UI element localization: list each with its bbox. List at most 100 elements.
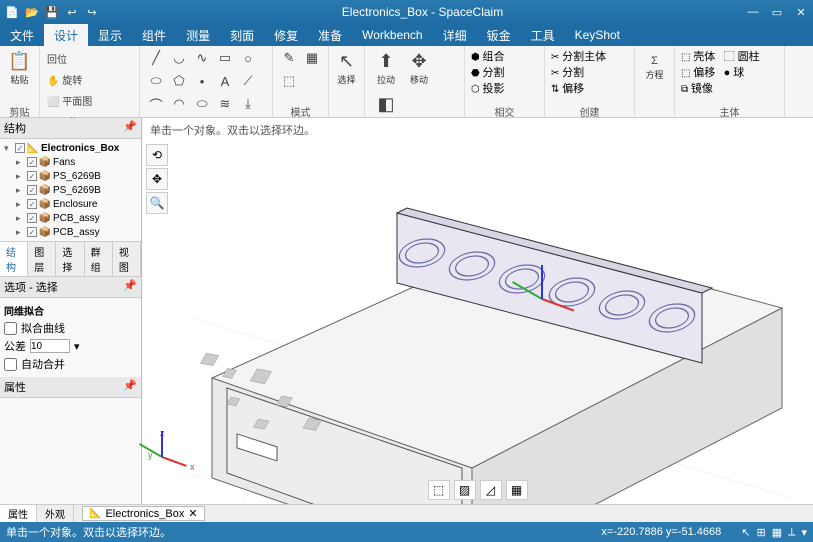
left-panel: 结构📌 ▾✓📐Electronics_Box ▸✓📦Fans ▸✓📦PS_626… [0, 118, 142, 504]
tab-keyshot[interactable]: KeyShot [565, 24, 630, 46]
line-icon[interactable]: ╱ [146, 48, 166, 68]
pull-button[interactable]: ⬆拉动 [371, 48, 401, 88]
tolerance-input[interactable] [30, 339, 70, 353]
project-icon[interactable]: ⤓ [238, 94, 258, 114]
tab-views[interactable]: 视图 [113, 242, 141, 276]
panel-pin-icon[interactable]: 📌 [123, 379, 137, 395]
close-tab-icon[interactable]: ✕ [188, 507, 197, 520]
tab-selection[interactable]: 选择 [56, 242, 84, 276]
open-icon[interactable]: 📂 [24, 4, 40, 20]
title-bar: 📄 📂 💾 ↩ ↪ Electronics_Box - SpaceClaim —… [0, 0, 813, 24]
section-mode-icon[interactable]: ▦ [302, 48, 322, 68]
structure-tree[interactable]: ▾✓📐Electronics_Box ▸✓📦Fans ▸✓📦PS_6269B ▸… [0, 139, 141, 241]
spline-icon[interactable]: ∿ [192, 48, 212, 68]
move-button[interactable]: ✥移动 [404, 48, 434, 88]
save-icon[interactable]: 💾 [44, 4, 60, 20]
window-title: Electronics_Box - SpaceClaim [100, 5, 745, 19]
ribbon-label: 剪贴板 [6, 104, 33, 116]
combine-button[interactable]: ⬢ 组合 [471, 48, 505, 64]
status-grid-icon[interactable]: ▦ [772, 526, 782, 539]
home-view-button[interactable]: 回位 [46, 48, 68, 68]
dropdown-icon[interactable]: ▾ [74, 340, 80, 353]
ribbon-group-select: ↖选择 [329, 46, 365, 117]
split-face-button[interactable]: ✂ 分割 [551, 64, 584, 80]
ribbon-group-clipboard: 📋粘贴 剪贴板 [0, 46, 40, 117]
offset-body-button[interactable]: ⬚ 偏移 ● 球 [681, 64, 744, 80]
perspective-icon[interactable]: ◿ [480, 480, 502, 500]
tab-assembly[interactable]: 组件 [132, 24, 176, 46]
sketch-mode-icon[interactable]: ✎ [279, 48, 299, 68]
panel-pin-icon[interactable]: 📌 [123, 120, 137, 136]
circle-icon[interactable]: ○ [238, 48, 258, 68]
status-coordinates: x=-220.7886 y=-51.4668 [601, 526, 721, 538]
tab-prepare[interactable]: 准备 [308, 24, 352, 46]
ribbon-label: 相交 [471, 104, 538, 116]
project-button[interactable]: ⬡ 投影 [471, 80, 505, 96]
mirror-button[interactable]: ⧉ 镜像 [681, 80, 713, 96]
automerge-checkbox[interactable] [4, 358, 17, 371]
view-cube-icon[interactable]: ⬚ [428, 480, 450, 500]
minimize-button[interactable]: — [745, 4, 761, 20]
dock-bar: 属性 外观 📐 Electronics_Box ✕ [0, 504, 813, 522]
tab-sheetmetal[interactable]: 钣金 [477, 24, 521, 46]
tab-design[interactable]: 设计 [44, 24, 88, 46]
three-point-arc-icon[interactable]: ◠ [169, 94, 189, 114]
orientation-triad[interactable]: x y z [162, 456, 202, 496]
ribbon-group-orient: 回位 ✋ 旋转 ⬜ 平面图 ✥ 平移 定向 [40, 46, 140, 117]
dock-tab-appearance[interactable]: 外观 [37, 505, 74, 522]
arc-icon[interactable]: ◡ [169, 48, 189, 68]
new-icon[interactable]: 📄 [4, 4, 20, 20]
snapshot-icon[interactable]: ▦ [506, 480, 528, 500]
tab-file[interactable]: 文件 [0, 24, 44, 46]
offset-curve-icon[interactable]: ≋ [215, 94, 235, 114]
status-snap-icon[interactable]: ⊞ [757, 526, 766, 539]
tab-display[interactable]: 显示 [88, 24, 132, 46]
spline-checkbox[interactable] [4, 322, 17, 335]
ribbon: 📋粘贴 剪贴板 回位 ✋ 旋转 ⬜ 平面图 ✥ 平移 定向 ╱ ◡ ∿ ▭ ○ … [0, 46, 813, 118]
point-icon[interactable]: • [192, 71, 212, 91]
tab-structure[interactable]: 结构 [0, 242, 28, 276]
3d-mode-icon[interactable]: ⬚ [279, 71, 299, 91]
ribbon-label: 主体 [681, 104, 778, 116]
text-icon[interactable]: A [215, 71, 235, 91]
shell-button[interactable]: ⬚ 壳体 ⬚ 圆柱 [681, 48, 760, 64]
offset-button[interactable]: ⇅ 偏移 [551, 80, 584, 96]
tab-repair[interactable]: 修复 [264, 24, 308, 46]
status-select-icon[interactable]: ↖ [741, 526, 750, 539]
tangent-arc-icon[interactable]: ⌒ [146, 94, 166, 114]
tab-layers[interactable]: 图层 [28, 242, 56, 276]
tab-measure[interactable]: 测量 [176, 24, 220, 46]
polygon-icon[interactable]: ⬠ [169, 71, 189, 91]
ellipse-icon[interactable]: ⬭ [146, 71, 166, 91]
construction-icon[interactable]: ⟋ [238, 71, 258, 91]
slot-icon[interactable]: ⬭ [192, 94, 212, 114]
document-tab[interactable]: 📐 Electronics_Box ✕ [82, 506, 205, 521]
move-triad[interactable] [542, 298, 582, 338]
tab-tools[interactable]: 工具 [521, 24, 565, 46]
undo-icon[interactable]: ↩ [64, 4, 80, 20]
shade-mode-icon[interactable]: ▨ [454, 480, 476, 500]
equation-button[interactable]: Σ方程 [641, 48, 668, 88]
status-menu-icon[interactable]: ▾ [801, 526, 807, 539]
tab-detail[interactable]: 详细 [433, 24, 477, 46]
split-body-button[interactable]: ✂ 分割主体 [551, 48, 606, 64]
plan-view-button[interactable]: ⬜ 平面图 [46, 90, 93, 110]
status-ortho-icon[interactable]: ⟂ [788, 526, 795, 539]
ribbon-group-create: ✂ 分割主体 ✂ 分割 ⇅ 偏移 创建 [545, 46, 635, 117]
spin-button[interactable]: ✋ 旋转 [46, 69, 83, 89]
panel-pin-icon[interactable]: 📌 [123, 279, 137, 295]
3d-viewport[interactable]: 单击一个对象。双击以选择环边。 ⟲ ✥ 🔍 [142, 118, 813, 504]
maximize-button[interactable]: ▭ [769, 4, 785, 20]
paste-button[interactable]: 📋粘贴 [6, 48, 33, 88]
split-button[interactable]: ⬣ 分割 [471, 64, 505, 80]
tab-facet[interactable]: 刻面 [220, 24, 264, 46]
rect-icon[interactable]: ▭ [215, 48, 235, 68]
tab-groups[interactable]: 群组 [85, 242, 113, 276]
dock-tab-properties[interactable]: 属性 [0, 505, 37, 522]
ribbon-label [641, 104, 668, 116]
select-button[interactable]: ↖选择 [335, 48, 358, 88]
structure-header: 结构📌 [0, 118, 141, 139]
redo-icon[interactable]: ↪ [84, 4, 100, 20]
tab-workbench[interactable]: Workbench [352, 24, 432, 46]
close-button[interactable]: ✕ [793, 4, 809, 20]
